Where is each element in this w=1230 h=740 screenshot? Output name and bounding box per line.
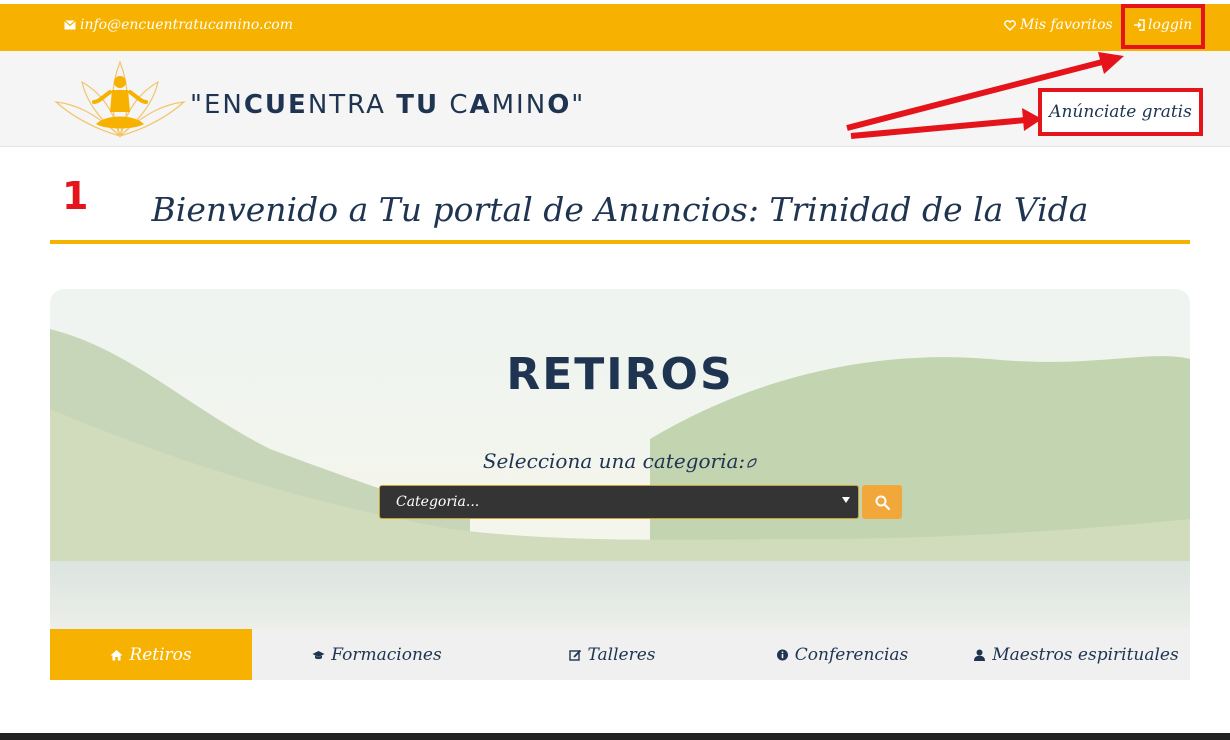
tab-conferencias[interactable]: Conferencias (722, 629, 962, 680)
logo-part: N (307, 90, 330, 120)
logo-part: O (547, 90, 572, 120)
hero-banner: RETIROS Selecciona una categoria: Catego… (50, 289, 1190, 629)
contact-email-link[interactable]: info@encuentratucamino.com (64, 17, 293, 33)
dropdown-arrow-icon (842, 497, 850, 503)
user-icon (974, 649, 986, 661)
yoga-lotus-logo-icon[interactable] (52, 58, 188, 138)
tab-label: Maestros espirituales (992, 644, 1179, 665)
search-button[interactable] (862, 485, 902, 519)
logo-part: MIN (491, 90, 548, 120)
title-divider (50, 240, 1190, 244)
tab-label: Retiros (129, 644, 192, 665)
favorites-label: Mis favoritos (1020, 17, 1113, 33)
edit-icon (568, 649, 581, 661)
tab-label: Conferencias (794, 644, 909, 665)
heart-icon (1004, 19, 1016, 31)
favorites-link[interactable]: Mis favoritos (1004, 17, 1113, 33)
home-icon (110, 649, 123, 660)
logo-part: A (469, 90, 492, 120)
search-icon (875, 495, 890, 510)
contact-email-text: info@encuentratucamino.com (80, 17, 294, 33)
category-label-text: Selecciona una categoria: (482, 449, 746, 473)
category-select-value: Categoria... (396, 494, 480, 510)
logo-part: C (439, 90, 470, 120)
tab-maestros-espirituales[interactable]: Maestros espirituales (962, 629, 1190, 680)
tab-talleres[interactable]: Talleres (502, 629, 722, 680)
tab-retiros[interactable]: Retiros (50, 629, 252, 680)
advertise-free-button[interactable]: Anúnciate gratis (1038, 88, 1203, 136)
site-logo-text[interactable]: "ENCUENTRA TU CAMINO" (190, 90, 585, 120)
logo-part: CUE (243, 90, 308, 120)
page-title: Bienvenido a Tu portal de Anuncios: Trin… (151, 190, 1089, 229)
category-label: Selecciona una categoria: (50, 449, 1190, 473)
advertise-free-label: Anúnciate gratis (1049, 102, 1192, 122)
info-circle-icon (776, 649, 788, 660)
category-tabs: Retiros Formaciones Talleres Conferencia… (50, 629, 1190, 680)
tab-label: Talleres (587, 644, 656, 665)
login-highlight-box (1121, 4, 1205, 49)
category-select[interactable]: Categoria... (379, 485, 859, 519)
graduation-cap-icon (312, 650, 325, 659)
tab-label: Formaciones (331, 644, 442, 665)
envelope-icon (64, 20, 76, 30)
logo-part: "EN (190, 90, 244, 120)
footer-bar (0, 733, 1230, 740)
top-bar: info@encuentratucamino.com Mis favoritos… (0, 4, 1230, 51)
tab-formaciones[interactable]: Formaciones (252, 629, 502, 680)
hero-title: RETIROS (506, 349, 734, 400)
leaf-icon (747, 458, 757, 468)
logo-part: TU (396, 90, 440, 120)
logo-part: " (571, 90, 586, 120)
logo-part: TRA (329, 90, 397, 120)
